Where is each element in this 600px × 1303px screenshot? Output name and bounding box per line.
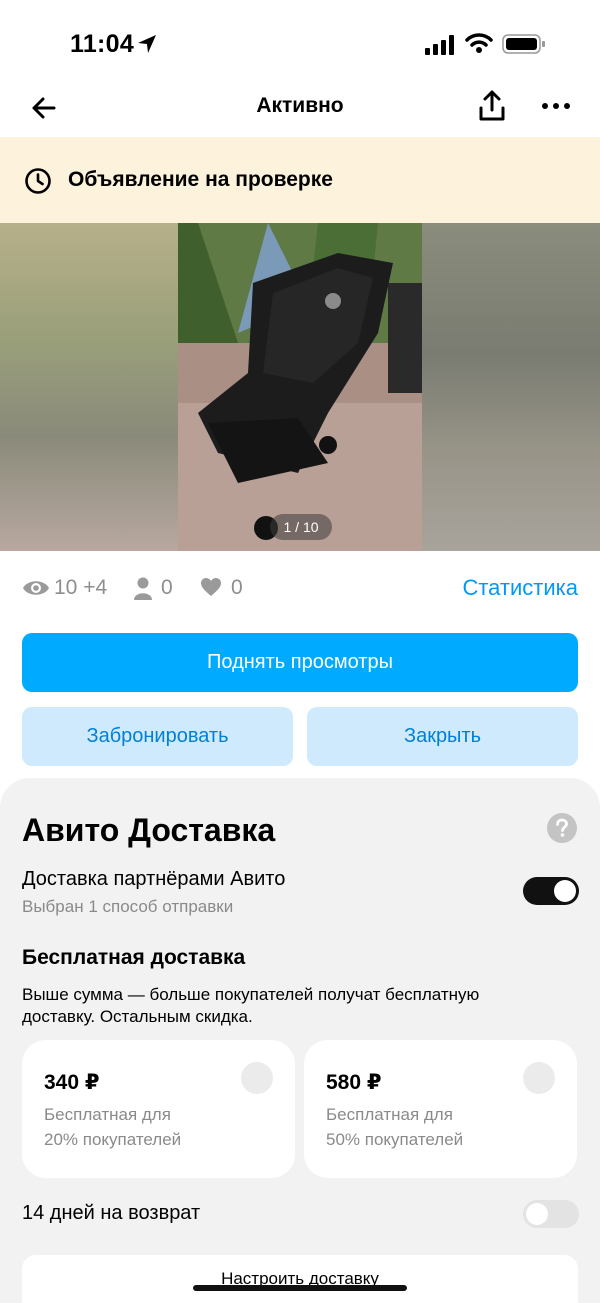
location-arrow-icon xyxy=(138,35,156,53)
option-description: Бесплатная для 50% покупателей xyxy=(326,1102,526,1152)
reserve-button[interactable]: Забронировать xyxy=(22,707,293,766)
setup-delivery-button[interactable]: Настроить доставку xyxy=(22,1255,578,1303)
battery-icon xyxy=(502,34,545,54)
status-bar: 11:04 xyxy=(0,0,600,80)
wifi-icon xyxy=(465,33,493,53)
stats-row: 10 +4 0 0 Статистика xyxy=(0,566,600,610)
delivery-title: Авито Доставка xyxy=(22,812,276,848)
photo-blur-left xyxy=(0,223,178,551)
eye-icon xyxy=(23,581,49,595)
option-radio[interactable] xyxy=(523,1062,555,1094)
page-title: Активно xyxy=(256,94,344,117)
stroller-photo-illustration xyxy=(178,223,422,551)
partner-delivery-toggle[interactable] xyxy=(523,877,579,905)
favorites-count: 0 xyxy=(231,576,243,599)
option-radio[interactable] xyxy=(241,1062,273,1094)
photo-blur-right xyxy=(422,223,600,551)
return-policy-toggle[interactable] xyxy=(523,1200,579,1228)
statistics-link[interactable]: Статистика xyxy=(462,575,578,601)
option-line-1: Бесплатная для xyxy=(326,1105,453,1124)
option-line-2: 50% покупателей xyxy=(326,1130,464,1149)
help-icon[interactable] xyxy=(547,813,577,843)
navigation-bar: Активно xyxy=(0,80,600,136)
contacts-count: 0 xyxy=(161,576,173,599)
avito-delivery-section: Авито Доставка Доставка партнёрами Авито… xyxy=(0,778,600,1303)
free-delivery-option-card[interactable]: 580 ₽ Бесплатная для 50% покупателей xyxy=(304,1040,577,1178)
boost-views-button[interactable]: Поднять просмотры xyxy=(22,633,578,692)
free-delivery-title: Бесплатная доставка xyxy=(22,946,246,969)
listing-photo[interactable] xyxy=(178,223,422,551)
clock-icon xyxy=(25,168,51,194)
toggle-knob xyxy=(526,1203,548,1225)
share-icon[interactable] xyxy=(476,88,508,124)
heart-icon xyxy=(201,578,221,596)
more-options-icon[interactable] xyxy=(540,94,572,118)
views-count: 10 +4 xyxy=(54,576,108,599)
free-delivery-description: Выше сумма — больше покупателей получат … xyxy=(22,985,480,1026)
option-price: 340 ₽ xyxy=(44,1071,100,1094)
person-icon xyxy=(134,577,152,600)
toggle-knob xyxy=(554,880,576,902)
option-line-1: Бесплатная для xyxy=(44,1105,171,1124)
status-time: 11:04 xyxy=(70,30,135,58)
banner-text: Объявление на проверке xyxy=(68,168,333,191)
partner-delivery-subtitle: Выбран 1 способ отправки xyxy=(22,897,234,916)
free-delivery-option-card[interactable]: 340 ₽ Бесплатная для 20% покупателей xyxy=(22,1040,295,1178)
listing-photo-gallery[interactable] xyxy=(0,223,600,551)
option-description: Бесплатная для 20% покупателей xyxy=(44,1102,244,1152)
moderation-banner: Объявление на проверке xyxy=(0,137,600,223)
cellular-signal-icon xyxy=(425,35,454,55)
option-line-2: 20% покупателей xyxy=(44,1130,182,1149)
home-indicator[interactable] xyxy=(193,1285,407,1291)
partner-delivery-title: Доставка партнёрами Авито xyxy=(22,868,286,890)
close-listing-button[interactable]: Закрыть xyxy=(307,707,578,766)
photo-counter: 1 / 10 xyxy=(270,514,332,540)
return-policy-label: 14 дней на возврат xyxy=(22,1202,201,1224)
option-price: 580 ₽ xyxy=(326,1071,382,1094)
